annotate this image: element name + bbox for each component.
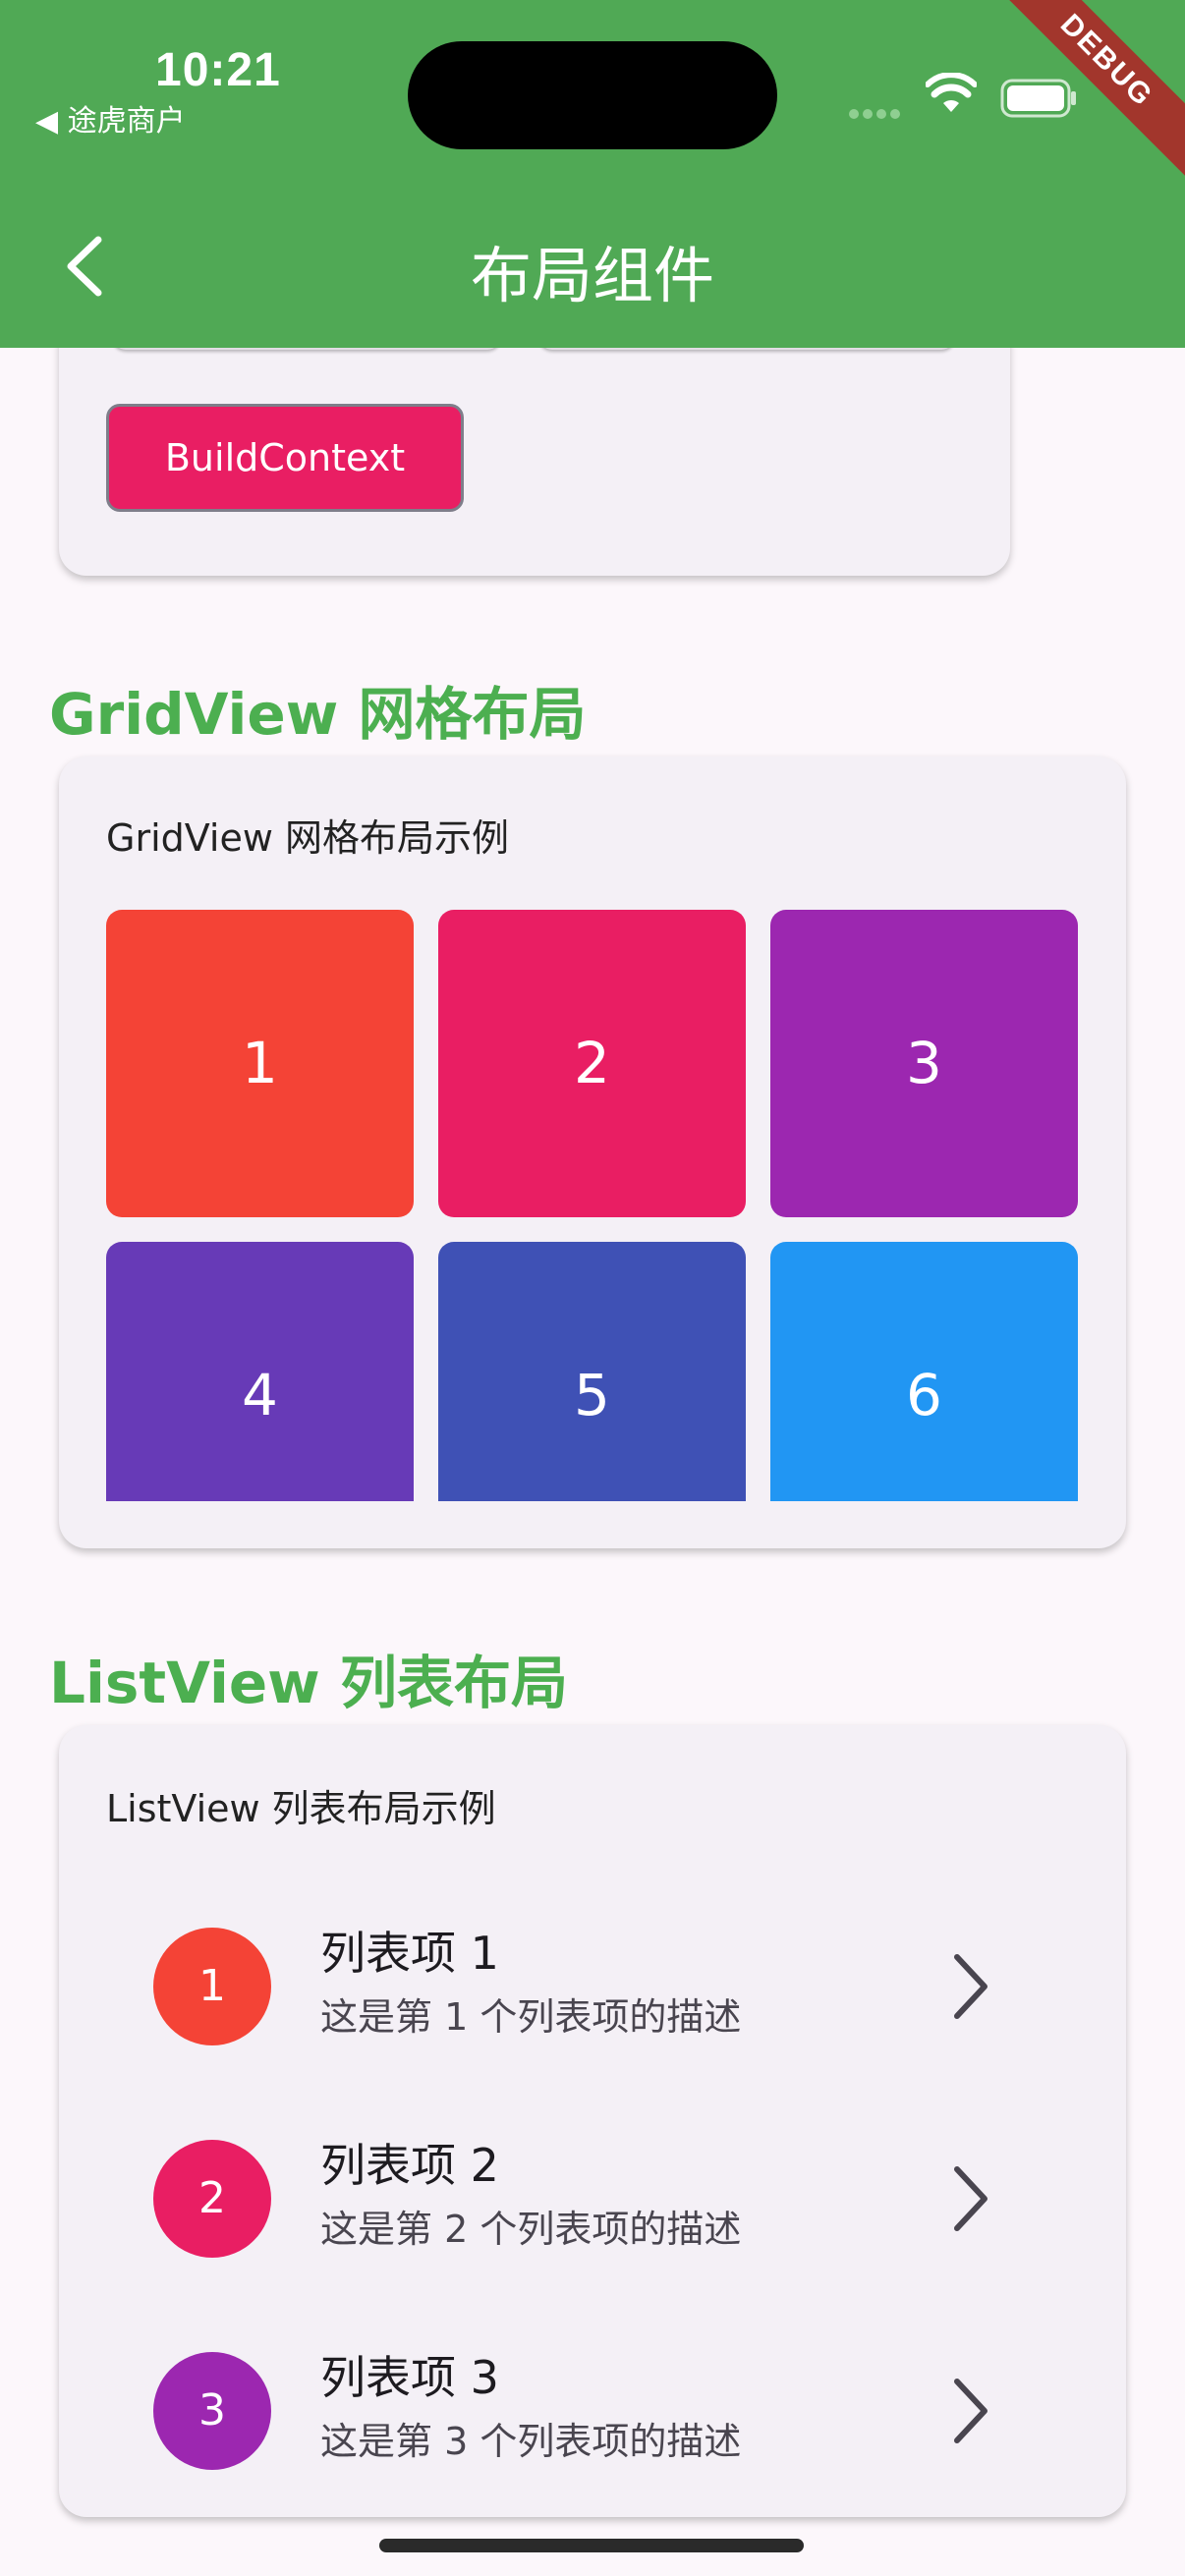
grid-section-title: GridView 网格布局 bbox=[49, 681, 587, 748]
list-item-title: 列表项 3 bbox=[320, 2351, 499, 2404]
signal-icon bbox=[849, 104, 904, 123]
grid-tile[interactable]: 3 bbox=[770, 910, 1078, 1217]
list-item-title: 列表项 1 bbox=[320, 1927, 499, 1980]
list-item-subtitle: 这是第 3 个列表项的描述 bbox=[320, 2420, 742, 2463]
status-back-app-link[interactable]: ◀ 途虎商户 bbox=[35, 96, 186, 140]
buildcontext-chip[interactable]: BuildContext bbox=[106, 404, 464, 512]
list-avatar: 1 bbox=[153, 1928, 271, 2045]
list-avatar: 3 bbox=[153, 2352, 271, 2470]
grid-view[interactable]: 1 2 3 4 5 6 bbox=[106, 910, 1079, 1501]
grid-tile[interactable]: 1 bbox=[106, 910, 414, 1217]
grid-tile[interactable]: 2 bbox=[438, 910, 746, 1217]
grid-caption: GridView 网格布局示例 bbox=[106, 816, 510, 860]
grid-tile[interactable]: 6 bbox=[770, 1242, 1078, 1501]
chevron-right-icon bbox=[954, 2166, 988, 2231]
list-item[interactable]: 2 列表项 2 这是第 2 个列表项的描述 bbox=[106, 2100, 1040, 2297]
list-item-subtitle: 这是第 1 个列表项的描述 bbox=[320, 1995, 742, 2039]
list-item-subtitle: 这是第 2 个列表项的描述 bbox=[320, 2208, 742, 2251]
list-item[interactable]: 1 列表项 1 这是第 1 个列表项的描述 bbox=[106, 1888, 1040, 2085]
list-item-title: 列表项 2 bbox=[320, 2139, 499, 2192]
list-item[interactable]: 3 列表项 3 这是第 3 个列表项的描述 bbox=[106, 2313, 1040, 2509]
grid-tile[interactable]: 4 bbox=[106, 1242, 414, 1501]
wifi-icon bbox=[926, 73, 977, 112]
debug-label: DEBUG bbox=[988, 0, 1185, 191]
list-avatar: 2 bbox=[153, 2140, 271, 2258]
dynamic-island bbox=[408, 41, 777, 149]
list-caption: ListView 列表布局示例 bbox=[106, 1787, 496, 1830]
list-section-title: ListView 列表布局 bbox=[49, 1650, 568, 1716]
grid-tile[interactable]: 5 bbox=[438, 1242, 746, 1501]
page-title: 布局组件 bbox=[470, 240, 714, 311]
chevron-right-icon bbox=[954, 1954, 988, 2019]
status-time: 10:21 bbox=[155, 44, 281, 96]
home-indicator[interactable] bbox=[379, 2539, 804, 2552]
chevron-right-icon bbox=[954, 2379, 988, 2443]
debug-ribbon: DEBUG bbox=[988, 0, 1185, 196]
